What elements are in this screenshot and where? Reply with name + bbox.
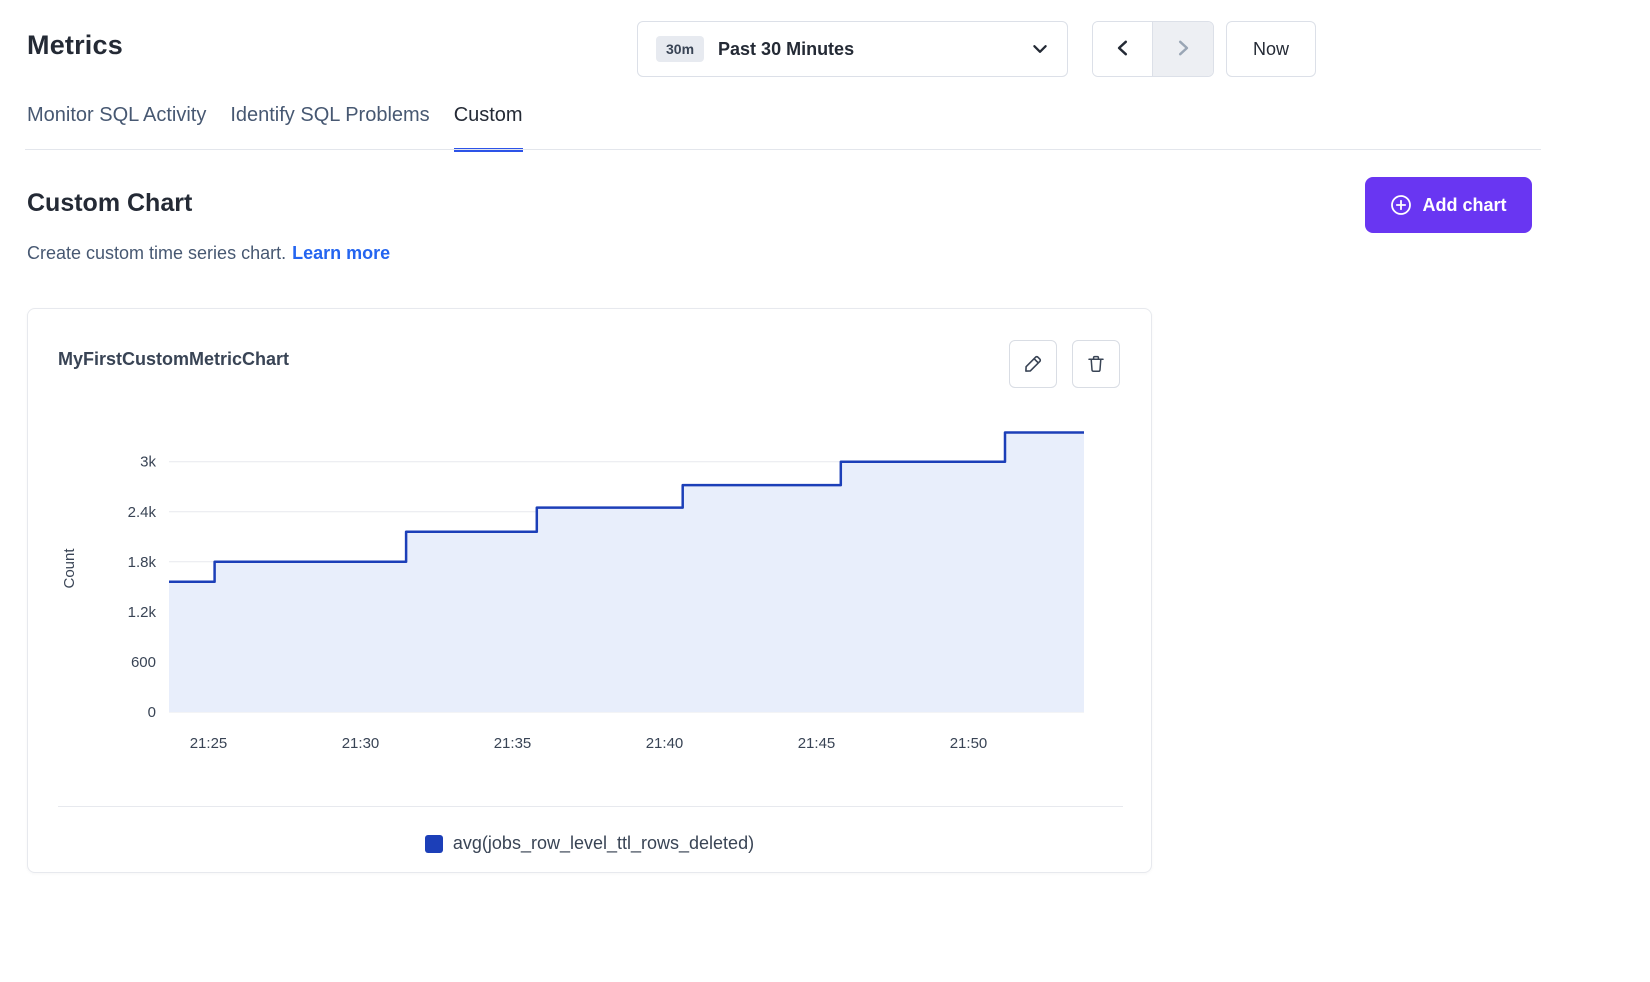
chart-svg: 0 600 1.2k 1.8k 2.4k 3k 21:25 21:30 21:35 21:40 21… [58, 417, 1123, 769]
chart-title: MyFirstCustomMetricChart [58, 349, 289, 370]
card-divider [58, 806, 1123, 807]
edit-chart-button[interactable] [1009, 340, 1057, 388]
y-tick-label: 0 [148, 704, 156, 721]
next-interval-button[interactable] [1153, 22, 1213, 76]
time-range-label: Past 30 Minutes [718, 39, 854, 60]
y-tick-label: 600 [131, 654, 156, 671]
y-tick-label: 1.8k [128, 554, 157, 571]
add-chart-button[interactable]: Add chart [1365, 177, 1532, 233]
x-tick-label: 21:40 [646, 735, 684, 752]
section-description-text: Create custom time series chart. [27, 243, 286, 263]
chevron-down-icon [1031, 40, 1049, 58]
chevron-left-icon [1114, 39, 1132, 60]
x-tick-label: 21:25 [190, 735, 228, 752]
tab-bar: Monitor SQL Activity Identify SQL Proble… [27, 104, 523, 152]
time-series-chart: 0 600 1.2k 1.8k 2.4k 3k 21:25 21:30 21:35 21:40 21… [58, 417, 1123, 769]
plus-circle-icon [1390, 194, 1412, 216]
time-step-group [1092, 21, 1214, 77]
y-tick-label: 2.4k [128, 504, 157, 521]
tab-custom[interactable]: Custom [454, 104, 523, 152]
x-tick-label: 21:30 [342, 735, 380, 752]
tab-monitor-sql-activity[interactable]: Monitor SQL Activity [27, 104, 206, 152]
page-title: Metrics [27, 30, 123, 61]
custom-chart-card: MyFirstCustomMetricChart 0 600 1.2k 1.8k 2.4… [27, 308, 1152, 873]
y-axis-title: Count [61, 548, 78, 589]
previous-interval-button[interactable] [1093, 22, 1153, 76]
legend-swatch [425, 835, 443, 853]
learn-more-link[interactable]: Learn more [292, 243, 390, 263]
y-tick-label: 1.2k [128, 604, 157, 621]
x-tick-label: 21:50 [950, 735, 988, 752]
now-button[interactable]: Now [1226, 21, 1316, 77]
chevron-right-icon [1174, 39, 1192, 60]
add-chart-label: Add chart [1422, 195, 1506, 216]
trash-icon [1085, 353, 1107, 375]
time-range-dropdown[interactable]: 30m Past 30 Minutes [637, 21, 1068, 77]
x-tick-label: 21:35 [494, 735, 532, 752]
time-range-badge: 30m [656, 36, 704, 62]
chart-legend: avg(jobs_row_level_ttl_rows_deleted) [28, 833, 1151, 854]
legend-label: avg(jobs_row_level_ttl_rows_deleted) [453, 833, 754, 854]
tabs-divider [25, 149, 1541, 150]
tab-identify-sql-problems[interactable]: Identify SQL Problems [230, 104, 429, 152]
section-title: Custom Chart [27, 189, 192, 218]
series-area [169, 433, 1084, 713]
y-tick-label: 3k [140, 454, 156, 471]
trash-icon-button[interactable] [1072, 340, 1120, 388]
metrics-page: Metrics 30m Past 30 Minutes Now Monitor … [0, 0, 1650, 982]
pencil-icon [1022, 353, 1044, 375]
section-description: Create custom time series chart. Learn mo… [27, 243, 390, 264]
x-tick-label: 21:45 [798, 735, 836, 752]
